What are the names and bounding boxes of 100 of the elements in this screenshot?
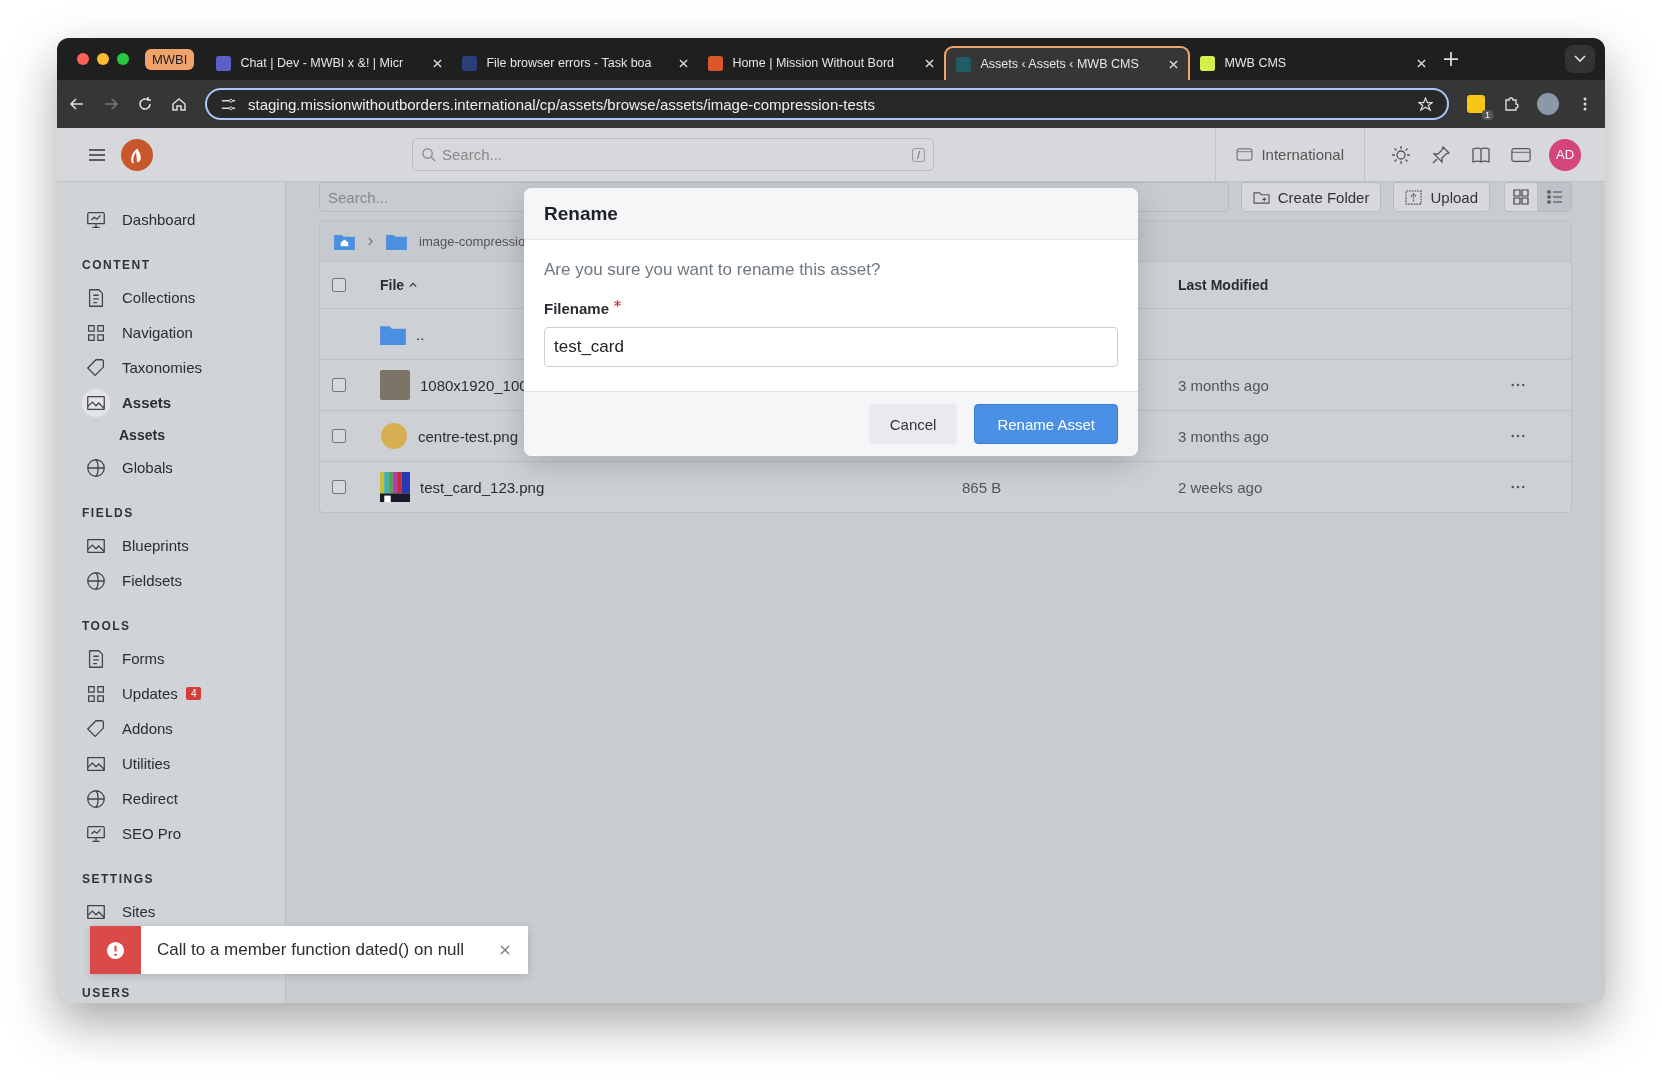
row-checkbox[interactable] <box>332 378 346 392</box>
filename-input[interactable]: test_card <box>544 327 1118 367</box>
file-name[interactable]: centre-test.png <box>418 427 519 445</box>
sidebar-item[interactable]: Blueprints <box>82 528 285 563</box>
forward-icon[interactable] <box>103 96 119 112</box>
alert-icon <box>106 940 125 960</box>
pin-icon[interactable] <box>1431 144 1451 165</box>
test-card-thumbnail <box>380 472 410 502</box>
reload-icon[interactable] <box>137 96 153 112</box>
sidebar-item[interactable]: Dashboard <box>82 202 285 237</box>
count-badge: 4 <box>185 687 202 700</box>
more-actions-icon[interactable] <box>1511 434 1525 438</box>
browser-tab[interactable]: Assets ‹ Assets ‹ MWB CMS <box>944 46 1191 80</box>
sidebar-item[interactable]: Taxonomies <box>82 350 285 385</box>
home-icon[interactable] <box>171 96 187 112</box>
upload-icon <box>1405 189 1423 205</box>
shortcut-key: / <box>911 147 925 162</box>
select-all-checkbox[interactable] <box>332 278 346 292</box>
browser-tab[interactable]: Chat | Dev - MWBI x &! | Micr <box>206 46 453 80</box>
site-favicon-icon <box>956 56 972 72</box>
field-label: Filename <box>544 300 610 317</box>
close-icon[interactable] <box>500 945 510 955</box>
sidebar-subitem[interactable]: Assets <box>82 420 285 450</box>
menu-icon[interactable] <box>89 148 105 161</box>
sidebar-heading: SETTINGS <box>82 872 155 886</box>
profile-avatar[interactable] <box>1537 93 1559 115</box>
browser-tab[interactable]: MWB CMS <box>1190 46 1437 80</box>
grid-icon <box>1513 189 1529 205</box>
address-bar[interactable]: staging.missionwithoutborders.international/cp/assets/browse/assets/image-compression-tests <box>205 88 1449 120</box>
sidebar-item[interactable]: Globals <box>82 450 285 485</box>
list-view-button[interactable] <box>1538 182 1572 212</box>
sidebar-heading: FIELDS <box>82 506 135 520</box>
row-checkbox[interactable] <box>332 429 346 443</box>
sidebar-item[interactable]: Assets <box>82 385 285 420</box>
site-settings-icon[interactable] <box>221 96 236 112</box>
cancel-button[interactable]: Cancel <box>868 404 958 444</box>
close-tab-icon[interactable] <box>925 58 935 68</box>
toolbar-button[interactable]: Create Folder <box>1240 182 1382 212</box>
search-icon <box>421 147 436 162</box>
file-name[interactable]: .. <box>416 325 425 343</box>
logo-icon[interactable] <box>121 138 153 171</box>
nav-item-icon <box>82 388 110 417</box>
sidebar-item[interactable]: Navigation <box>82 315 285 350</box>
browser-tab[interactable]: Home | Mission Without Bord <box>698 46 945 80</box>
bookmark-star-icon[interactable] <box>1418 96 1433 112</box>
more-actions-icon[interactable] <box>1511 383 1525 387</box>
sidebar-heading: USERS <box>82 986 132 1000</box>
sidebar-item[interactable]: Addons <box>82 711 285 746</box>
chevron-icon <box>367 236 374 246</box>
sun-icon[interactable] <box>1391 144 1411 165</box>
tab-search-icon[interactable] <box>1565 45 1595 73</box>
new-tab-icon[interactable] <box>1444 52 1459 66</box>
user-avatar[interactable]: AD <box>1549 138 1581 171</box>
modified-date: 3 months ago <box>1178 376 1270 394</box>
sidebar-item[interactable]: Collections <box>82 280 285 315</box>
breadcrumb-link[interactable]: image-compressio <box>419 233 526 249</box>
close-tab-icon[interactable] <box>679 58 689 68</box>
list-icon <box>1546 189 1563 205</box>
sidebar-item[interactable]: Redirect <box>82 781 285 816</box>
more-actions-icon[interactable] <box>1511 485 1525 489</box>
puzzle-icon[interactable] <box>1503 96 1519 112</box>
toolbar-button[interactable]: Upload <box>1393 182 1490 212</box>
modified-date: 3 months ago <box>1178 427 1270 445</box>
site-favicon-icon <box>1200 55 1216 71</box>
browser-tab[interactable]: File browser errors - Task boa <box>452 46 699 80</box>
toast-message: Call to a member function dated() on null <box>156 940 466 960</box>
close-tab-icon[interactable] <box>1417 58 1427 68</box>
back-icon[interactable] <box>69 96 85 112</box>
home-folder-icon[interactable] <box>334 232 355 250</box>
file-name[interactable]: test_card_123.png <box>420 478 545 496</box>
sidebar-item[interactable]: Forms <box>82 641 285 676</box>
zoom-window-icon[interactable] <box>117 53 129 65</box>
close-tab-icon[interactable] <box>1169 59 1179 69</box>
site-selector[interactable]: International <box>1215 128 1365 181</box>
grid-view-button[interactable] <box>1504 182 1538 212</box>
close-window-icon[interactable] <box>77 53 89 65</box>
minimize-window-icon[interactable] <box>97 53 109 65</box>
file-name[interactable]: 1080x1920_100 <box>420 376 528 394</box>
sidebar-item[interactable]: Sites <box>82 894 285 929</box>
sidebar-item[interactable]: Utilities <box>82 746 285 781</box>
row-checkbox[interactable] <box>332 480 346 494</box>
site-favicon-icon <box>216 55 232 71</box>
photo-placeholder <box>380 370 410 400</box>
extension-badge: 1 <box>1482 110 1493 120</box>
folder-icon <box>386 232 407 250</box>
sidebar-item[interactable]: Fieldsets <box>82 563 285 598</box>
site-favicon-icon <box>708 55 724 71</box>
column-header[interactable]: Last Modified <box>1178 277 1511 293</box>
window-icon <box>1236 148 1254 161</box>
file-size: 865 B <box>961 478 1003 496</box>
global-search-field[interactable]: Search... / <box>412 138 934 171</box>
folder-icon <box>380 323 406 345</box>
sort-caret-icon <box>409 282 418 288</box>
tab-group-label[interactable]: MWBI <box>145 48 195 70</box>
close-tab-icon[interactable] <box>433 58 443 68</box>
modified-date: 2 weeks ago <box>1178 478 1264 496</box>
extension-icon[interactable] <box>1467 95 1485 113</box>
column-header[interactable]: File <box>380 277 950 293</box>
sidebar-item[interactable]: SEO Pro <box>82 816 285 851</box>
sidebar-item[interactable]: Updates 4 <box>82 676 285 711</box>
